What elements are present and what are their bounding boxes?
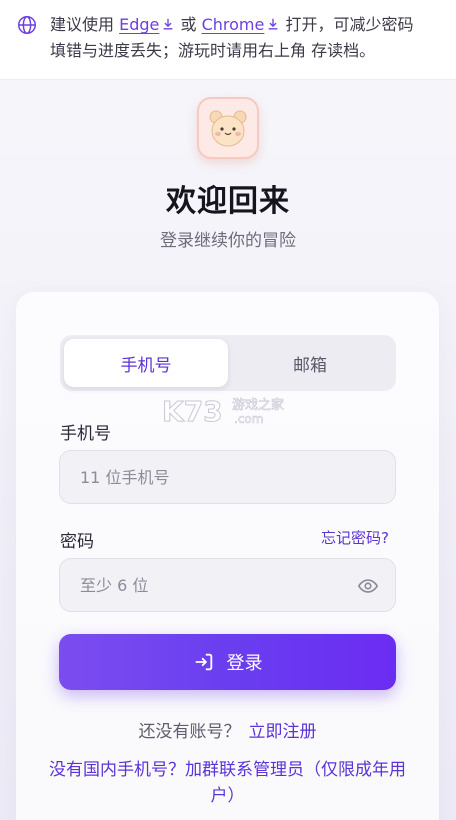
tab-email[interactable]: 邮箱	[228, 339, 392, 387]
globe-icon	[18, 16, 36, 34]
password-label: 密码	[60, 532, 94, 552]
login-label: 登录	[226, 653, 263, 673]
page-title: 欢迎回来	[166, 184, 290, 219]
notice-text: 建议使用 Edge 或 Chrome 打开，可减少密码 填错与进度丢失；游玩时请…	[50, 12, 442, 64]
register-line: 还没有账号？ 立即注册	[16, 717, 439, 742]
chrome-link[interactable]: Chrome	[202, 15, 265, 34]
notice-prefix: 建议使用	[50, 15, 115, 34]
browser-notice-banner: 建议使用 Edge 或 Chrome 打开，可减少密码 填错与进度丢失；游玩时请…	[0, 0, 456, 80]
tab-phone[interactable]: 手机号	[64, 339, 228, 387]
watermark-domain: .com	[234, 412, 263, 426]
edge-link[interactable]: Edge	[119, 15, 159, 34]
password-input[interactable]	[60, 559, 395, 611]
forgot-password-link[interactable]: 忘记密码?	[321, 527, 389, 548]
download-icon[interactable]	[266, 17, 280, 31]
login-card: 手机号 邮箱 手机号 密码 忘记密码? 登录 还没有账号？ 立即注册 没有国内手机…	[16, 292, 439, 820]
login-icon	[195, 653, 212, 671]
login-button[interactable]: 登录	[59, 634, 396, 690]
download-icon[interactable]	[161, 17, 175, 31]
eye-icon[interactable]	[357, 575, 379, 597]
no-account-text: 还没有账号？	[138, 722, 241, 742]
register-link[interactable]: 立即注册	[249, 722, 317, 742]
watermark-brand: K73	[162, 395, 223, 428]
password-field-wrapper	[59, 558, 396, 612]
phone-input[interactable]	[60, 451, 395, 503]
watermark-logo: K73 游戏之家 .com	[162, 395, 284, 429]
bear-logo-icon	[209, 110, 247, 147]
page-subtitle: 登录继续你的冒险	[160, 231, 296, 251]
notice-line2: 填错与进度丢失；游玩时请用右上角 存读档。	[50, 41, 376, 60]
notice-suffix: 打开，可减少密码	[285, 15, 414, 34]
phone-field-wrapper	[59, 450, 396, 504]
notice-or: 或	[180, 15, 197, 34]
watermark-site: 游戏之家	[232, 397, 284, 413]
contact-admin-link[interactable]: 没有国内手机号？加群联系管理员（仅限成年用户）	[46, 757, 409, 809]
login-method-tabs: 手机号 邮箱	[60, 335, 396, 391]
app-logo	[197, 97, 259, 159]
phone-label: 手机号	[60, 424, 111, 444]
